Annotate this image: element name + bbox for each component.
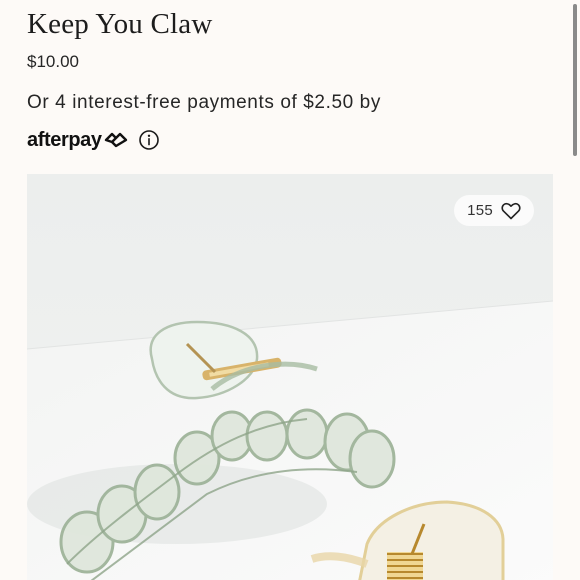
claw-clip-photo xyxy=(27,174,553,580)
heart-icon xyxy=(501,202,521,220)
afterpay-loop-icon xyxy=(103,130,129,150)
like-count: 155 xyxy=(467,202,493,219)
afterpay-wordmark: afterpay xyxy=(27,128,102,151)
installments-text: Or 4 interest-free payments of $2.50 by xyxy=(27,92,381,113)
product-price: $10.00 xyxy=(27,52,79,71)
scrollbar[interactable] xyxy=(572,0,578,580)
product-page: Keep You Claw $10.00 Or 4 interest-free … xyxy=(0,0,580,580)
product-image[interactable]: 155 xyxy=(27,174,553,580)
like-button[interactable]: 155 xyxy=(454,195,534,226)
afterpay-row: afterpay xyxy=(27,125,160,155)
info-icon[interactable] xyxy=(138,129,160,151)
scrollbar-thumb[interactable] xyxy=(573,4,577,156)
product-title: Keep You Claw xyxy=(27,8,213,40)
afterpay-logo: afterpay xyxy=(27,129,129,152)
